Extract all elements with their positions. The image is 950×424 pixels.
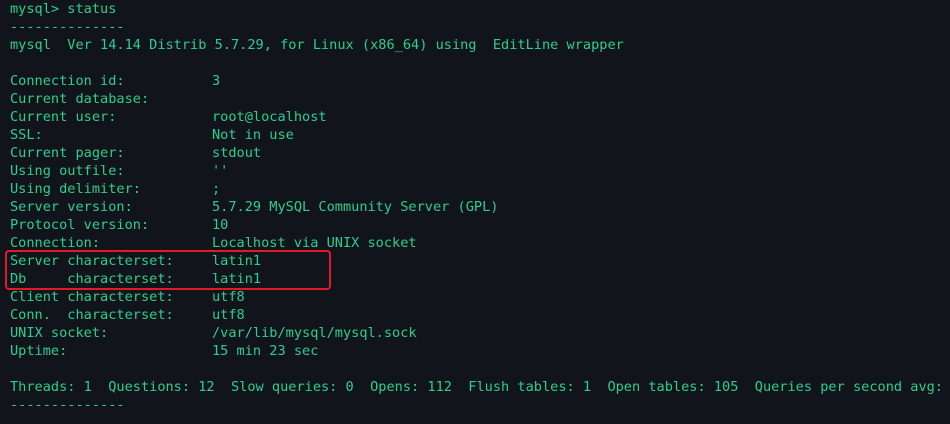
status-value: stdout (212, 145, 262, 161)
status-row-conn-characterset: Conn. characterset: utf8 (10, 306, 950, 324)
status-key: Connection id: (10, 73, 125, 89)
status-key: Using outfile: (10, 163, 125, 179)
status-key: Client characterset: (10, 289, 174, 305)
status-row-uptime: Uptime: 15 min 23 sec (10, 342, 950, 360)
status-value: 5.7.29 MySQL Community Server (GPL) (212, 199, 499, 215)
status-row-server-version: Server version: 5.7.29 MySQL Community Se… (10, 198, 950, 216)
status-key: Using delimiter: (10, 181, 141, 197)
status-row-current-pager: Current pager: stdout (10, 144, 950, 162)
status-row-unix-socket: UNIX socket: /var/lib/mysql/mysql.sock (10, 324, 950, 342)
status-value: Not in use (212, 127, 294, 143)
summary-line: Threads: 1 Questions: 12 Slow queries: 0… (10, 379, 950, 395)
status-value: utf8 (212, 289, 245, 305)
status-value: /var/lib/mysql/mysql.sock (212, 325, 417, 341)
status-row-using-delimiter: Using delimiter:; (10, 180, 950, 198)
status-value: root@localhost (212, 109, 327, 125)
status-row-using-outfile: Using outfile: '' (10, 162, 950, 180)
status-row-connection-id: Connection id: 3 (10, 72, 950, 90)
status-key: Uptime: (10, 343, 68, 359)
status-value: ; (212, 181, 221, 197)
status-value: 3 (212, 73, 221, 89)
command-prompt: mysql> status (10, 1, 117, 17)
status-row-current-user: Current user: root@localhost (10, 108, 950, 126)
status-row-current-database: Current database: (10, 90, 950, 108)
terminal-window[interactable]: mysql> status -------------- mysql Ver 1… (0, 0, 950, 424)
status-key: Protocol version: (10, 217, 150, 233)
status-row-ssl: SSL: Not in use (10, 126, 950, 144)
status-key: Current user: (10, 109, 117, 125)
status-key: Server version: (10, 199, 133, 215)
characterset-highlight-box (5, 250, 331, 290)
status-value: 10 (212, 217, 229, 233)
status-key: Current pager: (10, 145, 125, 161)
status-key: SSL: (10, 127, 43, 143)
status-key: Conn. characterset: (10, 307, 174, 323)
status-value: 15 min 23 sec (212, 343, 319, 359)
version-line: mysql Ver 14.14 Distrib 5.7.29, for Linu… (10, 37, 624, 53)
separator-bottom: -------------- (10, 397, 125, 413)
status-key: UNIX socket: (10, 325, 109, 341)
separator-top: -------------- (10, 19, 125, 35)
status-value: '' (212, 163, 229, 179)
status-row-client-characterset: Client characterset: utf8 (10, 288, 950, 306)
status-value: utf8 (212, 307, 245, 323)
status-key: Current database: (10, 91, 150, 107)
status-row-protocol-version: Protocol version: 10 (10, 216, 950, 234)
